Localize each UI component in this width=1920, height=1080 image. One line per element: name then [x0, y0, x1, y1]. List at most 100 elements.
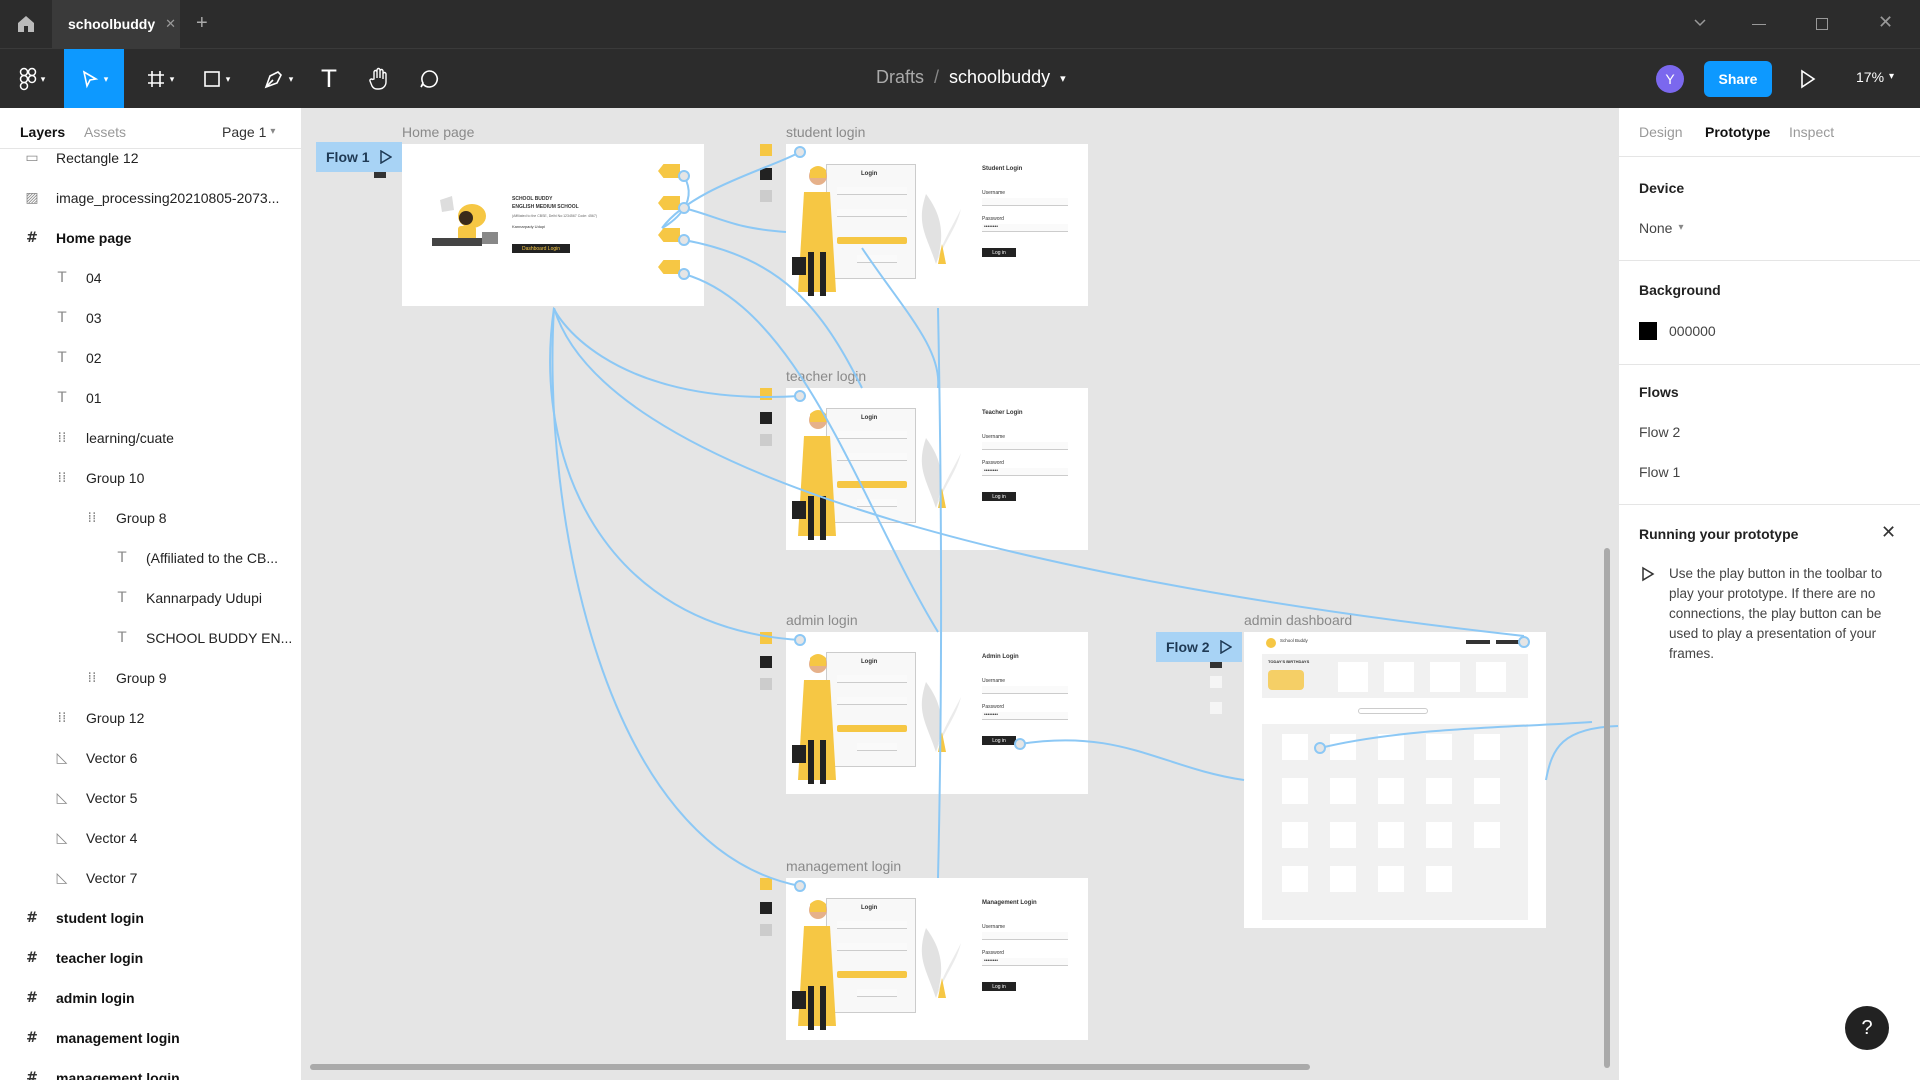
flow-1-tag[interactable]: Flow 1	[316, 142, 402, 172]
username-input[interactable]	[982, 932, 1068, 940]
nav-tag-04[interactable]	[658, 164, 680, 178]
pen-tool-icon[interactable]: ▾	[254, 49, 302, 109]
layer-item[interactable]: T 02	[0, 338, 301, 378]
minimize-icon[interactable]	[1752, 24, 1766, 25]
admin-dashboard-frame[interactable]: School Buddy TODAY'S BIRTHDAYS	[1244, 632, 1546, 928]
layer-item[interactable]: T 03	[0, 298, 301, 338]
nav-tag-03[interactable]	[658, 196, 680, 210]
frame-label-home[interactable]: Home page	[402, 124, 474, 140]
layer-label: management login	[56, 1070, 180, 1080]
login-button-label: Log in	[992, 983, 1006, 990]
password-label: Password	[982, 704, 1004, 710]
layer-item[interactable]: ◺ Vector 5	[0, 778, 301, 818]
layer-item[interactable]: T (Affiliated to the CB...	[0, 538, 301, 578]
layer-frame-teacher[interactable]: # teacher login	[0, 938, 301, 978]
frame-label-admin[interactable]: admin login	[786, 612, 858, 628]
present-play-icon[interactable]	[1800, 69, 1816, 92]
chevron-down-icon[interactable]: ▾	[1060, 72, 1066, 88]
page-select[interactable]: Page 1 ▾	[222, 124, 275, 140]
frame-label-student[interactable]: student login	[786, 124, 865, 140]
layer-item[interactable]: ◺ Vector 4	[0, 818, 301, 858]
teacher-login-frame[interactable]: Login Teacher Login Username Password ••…	[786, 388, 1088, 550]
move-tool-button[interactable]: ▾	[64, 49, 124, 109]
layer-label: (Affiliated to the CB...	[146, 550, 279, 566]
flow-item-2[interactable]: Flow 2	[1639, 424, 1680, 440]
username-input[interactable]	[982, 442, 1068, 450]
flow-1-label: Flow 1	[326, 149, 370, 165]
layer-item[interactable]: ⁞⁞ Group 9	[0, 658, 301, 698]
rectangle-tool-icon[interactable]: ▾	[192, 49, 240, 109]
layer-item[interactable]: ⁞⁞ Group 10	[0, 458, 301, 498]
chevron-down-icon: ▾	[270, 126, 276, 137]
group-icon: ⁞⁞	[87, 670, 97, 686]
avatar[interactable]: Y	[1656, 65, 1684, 93]
flow-item-1[interactable]: Flow 1	[1639, 464, 1680, 480]
layer-item[interactable]: ▭ Rectangle 12	[0, 148, 301, 178]
username-input[interactable]	[982, 686, 1068, 694]
close-window-icon[interactable]: ✕	[1878, 12, 1893, 33]
layer-item[interactable]: T Kannarpady Udupi	[0, 578, 301, 618]
new-tab-icon[interactable]: +	[196, 12, 208, 35]
comment-tool-icon[interactable]	[412, 49, 446, 109]
layer-frame-home[interactable]: # Home page	[0, 218, 301, 258]
layer-item[interactable]: ◺ Vector 7	[0, 858, 301, 898]
login-button[interactable]: Log in	[982, 248, 1016, 257]
canvas[interactable]: Home page student login teacher login ad…	[302, 108, 1618, 1080]
student-login-frame[interactable]: Login Student Login Username Password ••…	[786, 144, 1088, 306]
layer-item[interactable]: ▨ image_processing20210805-2073...	[0, 178, 301, 218]
admin-login-frame[interactable]: Login Admin Login Username Password ••••…	[786, 632, 1088, 794]
home-page-frame[interactable]: SCHOOL BUDDY ENGLISH MEDIUM SCHOOL (Affi…	[402, 144, 704, 306]
chevron-down-icon[interactable]	[1692, 14, 1708, 33]
tab-design[interactable]: Design	[1639, 124, 1683, 140]
hand-tool-icon[interactable]	[362, 49, 396, 109]
layer-frame-management-2[interactable]: # management login	[0, 1058, 301, 1080]
close-tab-icon[interactable]: ✕	[165, 16, 176, 32]
layer-item[interactable]: ◺ Vector 6	[0, 738, 301, 778]
layer-item[interactable]: ⁞⁞ Group 12	[0, 698, 301, 738]
layer-item[interactable]: ⁞⁞ Group 8	[0, 498, 301, 538]
username-input[interactable]	[982, 198, 1068, 206]
swatch-dark	[760, 656, 772, 668]
nav-tag-01[interactable]	[658, 260, 680, 274]
tab-inspect[interactable]: Inspect	[1789, 124, 1834, 140]
zoom-control[interactable]: 17% ▾	[1856, 69, 1894, 85]
share-button[interactable]: Share	[1704, 61, 1772, 97]
file-tab[interactable]: schoolbuddy ✕	[52, 0, 180, 48]
horizontal-scrollbar[interactable]	[310, 1064, 1310, 1070]
maximize-icon[interactable]	[1816, 18, 1828, 30]
text-tool-icon[interactable]: T	[314, 49, 344, 109]
vertical-scrollbar[interactable]	[1604, 548, 1610, 1068]
background-swatch[interactable]	[1639, 322, 1657, 340]
frame-label-admin-dashboard[interactable]: admin dashboard	[1244, 612, 1352, 628]
figma-menu-icon[interactable]: ▾	[10, 49, 54, 109]
tab-prototype[interactable]: Prototype	[1705, 124, 1770, 140]
dashboard-login-button[interactable]: Dashboard Login	[512, 244, 570, 253]
home-icon[interactable]	[14, 12, 38, 36]
login-button[interactable]: Log in	[982, 492, 1016, 501]
dashboard-login-label: Dashboard Login	[521, 245, 561, 252]
frame-tool-icon[interactable]: ▾	[136, 49, 184, 109]
tab-assets[interactable]: Assets	[84, 124, 126, 140]
layer-item[interactable]: T 01	[0, 378, 301, 418]
file-name[interactable]: schoolbuddy	[949, 67, 1050, 88]
layer-frame-management[interactable]: # management login	[0, 1018, 301, 1058]
frame-label-teacher[interactable]: teacher login	[786, 368, 866, 384]
management-login-frame[interactable]: Login Management Login Username Password…	[786, 878, 1088, 1040]
frame-label-management[interactable]: management login	[786, 858, 901, 874]
device-select[interactable]: None ▾	[1639, 220, 1684, 236]
layer-item[interactable]: T 04	[0, 258, 301, 298]
nav-tag-02[interactable]	[658, 228, 680, 242]
help-button[interactable]: ?	[1845, 1006, 1889, 1050]
layer-frame-student[interactable]: # student login	[0, 898, 301, 938]
layer-item[interactable]: ⁞⁞ learning/cuate	[0, 418, 301, 458]
login-button[interactable]: Log in	[982, 982, 1016, 991]
layer-item[interactable]: T SCHOOL BUDDY EN...	[0, 618, 301, 658]
background-value[interactable]: 000000	[1669, 323, 1716, 339]
breadcrumb-drafts[interactable]: Drafts	[876, 67, 924, 88]
layer-label: Vector 6	[86, 750, 138, 766]
close-icon[interactable]: ✕	[1881, 522, 1896, 543]
flow-2-tag[interactable]: Flow 2	[1156, 632, 1242, 662]
login-button[interactable]: Log in	[982, 736, 1016, 745]
layer-frame-admin[interactable]: # admin login	[0, 978, 301, 1018]
tab-layers[interactable]: Layers	[20, 124, 65, 140]
